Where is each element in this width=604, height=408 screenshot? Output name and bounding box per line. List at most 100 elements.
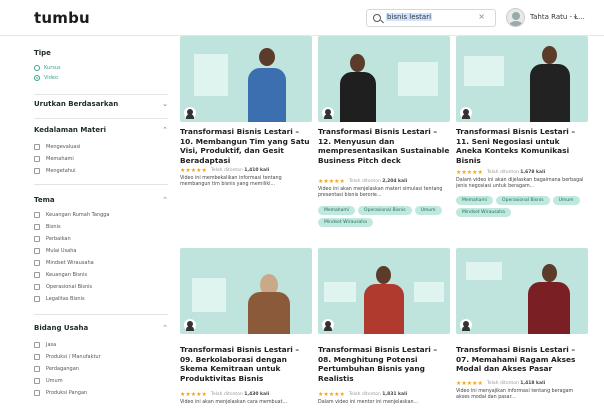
check-tema-1[interactable]: Bisnis xyxy=(34,222,61,231)
checkbox[interactable] xyxy=(34,377,40,384)
view-count: Telah ditonton 2,204 kali xyxy=(348,178,408,184)
chevron-up-icon[interactable]: ⌃ xyxy=(162,324,168,332)
checkbox[interactable] xyxy=(34,283,40,290)
check-bidang-4[interactable]: Produksi Pangan xyxy=(34,388,87,397)
checkbox-label: Produksi Pangan xyxy=(46,389,88,396)
video-card[interactable]: Transformasi Bisnis Lestari – 07. Memaha… xyxy=(456,248,588,408)
checkbox-label: Jasa xyxy=(46,341,57,348)
video-card[interactable]: Transformasi Bisnis Lestari – 09. Berkol… xyxy=(180,248,312,408)
avatar[interactable] xyxy=(506,8,525,27)
checkbox-label: Bisnis xyxy=(46,223,61,230)
checkbox-label: Mindset Wirausaha xyxy=(46,259,94,266)
check-memahami[interactable]: Memahami xyxy=(34,154,74,163)
video-card[interactable]: Transformasi Bisnis Lestari – 08. Menghi… xyxy=(318,248,450,408)
check-bidang-2[interactable]: Perdagangan xyxy=(34,364,79,373)
tag[interactable]: Memahami xyxy=(456,196,494,205)
divider xyxy=(34,314,168,315)
checkbox-label: Mulai Usaha xyxy=(46,247,77,254)
video-title[interactable]: Transformasi Bisnis Lestari – 11. Seni N… xyxy=(456,127,584,165)
checkbox[interactable] xyxy=(34,155,40,162)
chevron-up-icon[interactable]: ⌃ xyxy=(162,126,168,134)
check-tema-4[interactable]: Mindset Wirausaha xyxy=(34,258,94,267)
sign-language-icon xyxy=(322,319,334,331)
video-thumbnail[interactable] xyxy=(456,36,588,122)
check-tema-2[interactable]: Perbaikan xyxy=(34,234,71,243)
logo[interactable]: tumbu xyxy=(34,9,90,27)
check-bidang-1[interactable]: Produksi / Manufaktur xyxy=(34,352,101,361)
check-mengevaluasi[interactable]: Mengevaluasi xyxy=(34,142,80,151)
video-title[interactable]: Transformasi Bisnis Lestari – 07. Memaha… xyxy=(456,345,586,374)
checkbox[interactable] xyxy=(34,389,40,396)
video-thumbnail[interactable] xyxy=(180,36,312,122)
video-thumbnail[interactable] xyxy=(318,36,450,122)
radio-kursus[interactable]: Kursus xyxy=(34,63,61,72)
video-title[interactable]: Transformasi Bisnis Lestari – 08. Menghi… xyxy=(318,345,452,383)
checkbox-label: Mengetahui xyxy=(46,167,76,174)
filter-urutkan-title: Urutkan Berdasarkan xyxy=(34,100,119,108)
tag[interactable]: Mindset Wirausaha xyxy=(318,218,373,227)
video-title[interactable]: Transformasi Bisnis Lestari – 10. Memban… xyxy=(180,127,314,165)
check-tema-7[interactable]: Legalitas Bisnis xyxy=(34,294,85,303)
chevron-down-icon[interactable]: ⌄ xyxy=(572,11,579,20)
checkbox[interactable] xyxy=(34,353,40,360)
checkbox[interactable] xyxy=(34,143,40,150)
filter-urutkan[interactable]: Urutkan Berdasarkan ⌄ xyxy=(34,100,168,112)
check-tema-0[interactable]: Keuangan Rumah Tangga xyxy=(34,210,110,219)
tag[interactable]: Operasional Bisnis xyxy=(496,196,550,205)
video-title[interactable]: Transformasi Bisnis Lestari – 09. Berkol… xyxy=(180,345,314,383)
checkbox-label: Keuangan Rumah Tangga xyxy=(46,211,110,218)
filter-tema-title: Tema xyxy=(34,196,55,204)
tag[interactable]: Memahami xyxy=(318,206,356,215)
check-bidang-0[interactable]: Jasa xyxy=(34,340,56,349)
video-thumbnail[interactable] xyxy=(180,248,312,334)
video-thumbnail[interactable] xyxy=(318,248,450,334)
thumb-panel xyxy=(398,62,438,96)
checkbox[interactable] xyxy=(34,235,40,242)
person-body xyxy=(340,72,376,122)
video-card[interactable]: Transformasi Bisnis Lestari – 10. Memban… xyxy=(180,36,314,187)
checkbox[interactable] xyxy=(34,341,40,348)
divider xyxy=(34,118,168,119)
checkbox[interactable] xyxy=(34,247,40,254)
chevron-up-icon[interactable]: ⌃ xyxy=(162,196,168,204)
checkbox[interactable] xyxy=(34,223,40,230)
checkbox[interactable] xyxy=(34,295,40,302)
check-tema-3[interactable]: Mulai Usaha xyxy=(34,246,76,255)
checkbox[interactable] xyxy=(34,365,40,372)
tag[interactable]: Umum xyxy=(414,206,442,215)
check-bidang-3[interactable]: Umum xyxy=(34,376,63,385)
checkbox-label: Mengevaluasi xyxy=(46,143,81,150)
checkbox[interactable] xyxy=(34,167,40,174)
thumb-panel xyxy=(466,262,502,280)
tag-list: Memahami Operasional Bisnis Umum Mindset… xyxy=(318,206,452,227)
checkbox[interactable] xyxy=(34,259,40,266)
chevron-down-icon[interactable]: ⌄ xyxy=(162,100,168,108)
sign-language-icon xyxy=(460,107,472,119)
video-thumbnail[interactable] xyxy=(456,248,588,334)
checkbox[interactable] xyxy=(34,211,40,218)
checkbox[interactable] xyxy=(34,271,40,278)
tag[interactable]: Operasional Bisnis xyxy=(358,206,412,215)
divider xyxy=(34,94,168,95)
tag[interactable]: Umum xyxy=(552,196,580,205)
check-mengetahui[interactable]: Mengetahui xyxy=(34,166,76,175)
search-input[interactable]: bisnis lestari × xyxy=(366,9,496,27)
radio-label: Kursus xyxy=(44,64,61,71)
sign-language-icon xyxy=(322,107,334,119)
filter-kedalaman: Kedalaman Materi ⌃ Mengevaluasi Memahami… xyxy=(34,126,168,186)
video-card[interactable]: Transformasi Bisnis Lestari – 11. Seni N… xyxy=(456,36,588,231)
video-title[interactable]: Transformasi Bisnis Lestari – 12. Menyus… xyxy=(318,127,452,165)
radio-icon[interactable] xyxy=(34,64,40,71)
star-rating-icon: ★★★★★ xyxy=(456,379,483,387)
clear-icon[interactable]: × xyxy=(478,12,485,21)
view-count: Telah ditonton 1,430 kali xyxy=(210,391,270,397)
check-tema-5[interactable]: Keuangan Bisnis xyxy=(34,270,87,279)
search-icon xyxy=(373,14,381,22)
filter-tema: Tema ⌃ Keuangan Rumah Tangga Bisnis Perb… xyxy=(34,196,168,316)
radio-selected-icon[interactable] xyxy=(34,74,40,81)
check-tema-6[interactable]: Operasional Bisnis xyxy=(34,282,92,291)
radio-video[interactable]: Video xyxy=(34,73,58,82)
video-card[interactable]: Transformasi Bisnis Lestari – 12. Menyus… xyxy=(318,36,450,241)
view-count: Telah ditonton 1,410 kali xyxy=(210,167,270,173)
tag[interactable]: Mindset Wirausaha xyxy=(456,208,511,217)
